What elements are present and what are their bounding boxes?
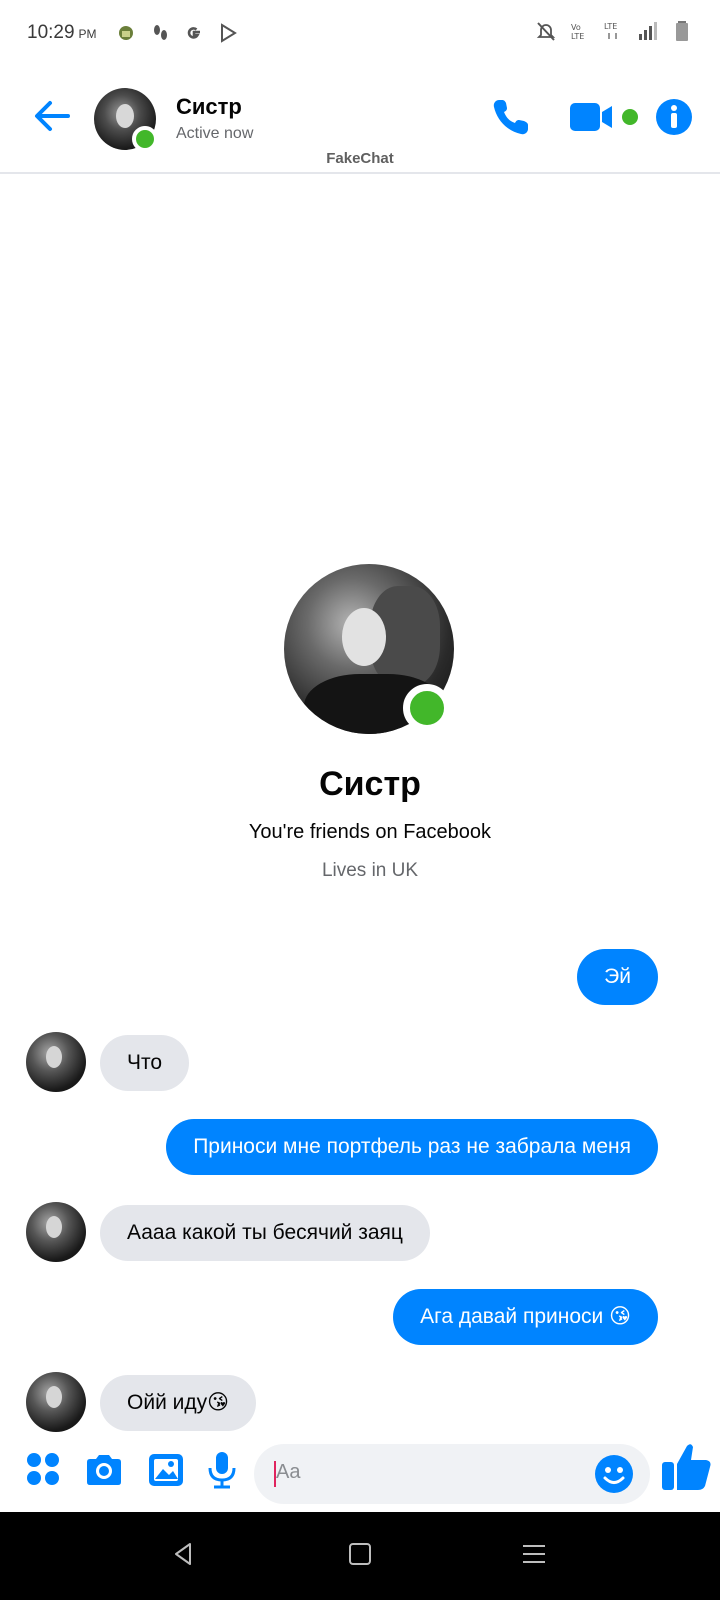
message-bubble-outgoing[interactable]: Эй [577,949,658,1005]
volte-icon: VoLTE [571,23,584,41]
microphone-icon[interactable] [202,1450,242,1490]
online-indicator [132,126,158,152]
profile-online-indicator [403,684,451,732]
svg-text:LTE: LTE [604,22,617,31]
message-bubble-incoming[interactable]: Аааа какой ты бесячий заяц [100,1205,430,1261]
footsteps-icon [154,25,167,40]
profile-name: Систр [319,765,421,803]
mute-icon [536,22,556,41]
status-right-icons: Vo LTE LTE [536,20,692,42]
sender-avatar [26,1202,86,1262]
video-active-dot [622,109,638,125]
friends-note: You're friends on Facebook [248,821,492,843]
camera-icon[interactable] [84,1450,124,1490]
message-bubble-outgoing[interactable]: Ага давай приноси 😘 [393,1289,658,1345]
system-nav-bar [0,1512,720,1600]
svg-text:LTE: LTE [571,32,584,41]
status-time-ampm: PM [78,27,97,41]
status-bar: 10:29 PM Vo LTE LTE [0,0,720,70]
chat-header: Систр Active now FakeChat [0,70,720,174]
active-status: Active now [176,125,254,142]
phone-call-icon[interactable] [490,96,532,138]
status-left-icons [116,22,238,44]
message-input[interactable]: Aa [254,1444,650,1504]
sender-avatar [26,1372,86,1432]
message-bubble-incoming[interactable]: Что [100,1035,190,1091]
apps-grid-icon[interactable] [24,1450,64,1490]
battery-icon [676,21,688,41]
message-input-placeholder: Aa [276,1461,301,1483]
info-icon[interactable] [655,98,693,136]
sender-avatar [26,1032,86,1092]
emoji-icon[interactable] [594,1454,634,1494]
svg-text:Vo: Vo [571,23,581,32]
video-call-icon[interactable] [570,100,616,134]
app-watermark: FakeChat [326,150,394,167]
nav-home-icon[interactable] [346,1540,374,1568]
status-time-value: 10:29 [27,22,75,43]
message-bubble-incoming[interactable]: Ойй иду😘 [100,1375,257,1431]
signal-icon [639,22,657,40]
lte-icon: LTE [604,22,617,39]
play-store-icon [221,23,237,43]
lives-note: Lives in UK [321,860,419,881]
nav-menu-icon[interactable] [520,1540,548,1568]
message-bubble-outgoing[interactable]: Приноси мне портфель раз не забрала меня [166,1119,658,1175]
google-icon [187,27,200,39]
nav-back-icon[interactable] [170,1540,198,1568]
thumbs-up-icon[interactable] [660,1440,714,1494]
contact-name[interactable]: Систр [176,94,242,120]
message-composer: Aa [0,1440,720,1512]
back-arrow-icon[interactable] [30,94,74,138]
status-time: 10:29 PM [27,22,97,44]
android-icon [119,26,133,40]
gallery-icon[interactable] [146,1450,186,1490]
